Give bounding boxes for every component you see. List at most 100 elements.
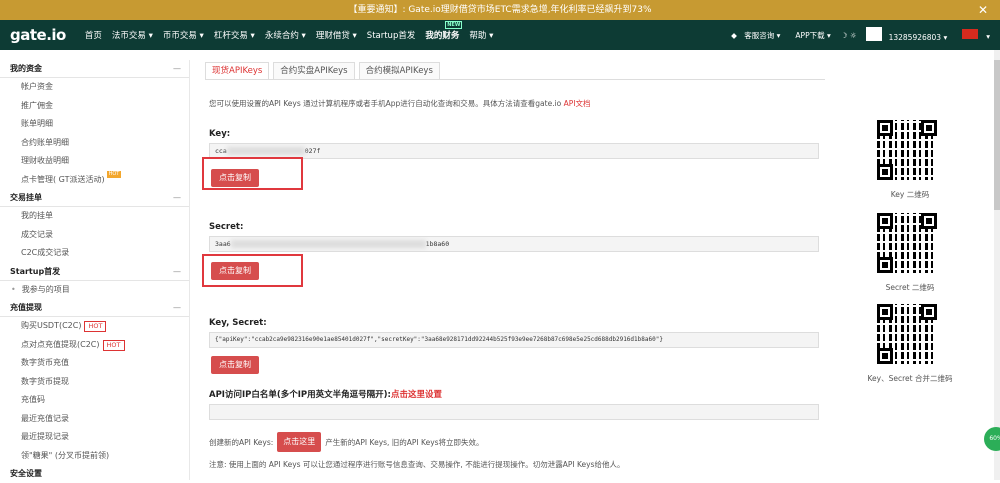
intro-body: 您可以使用设置的API Keys 通过计算机程序或者手机App进行自动化查询和交…	[209, 99, 564, 108]
sidebar-item-buy-usdt[interactable]: 购买USDT(C2C) HOT	[0, 317, 189, 336]
whitelist-link[interactable]: 点击这里设置	[391, 390, 442, 400]
nav-fiat[interactable]: 法币交易 ▾	[107, 29, 158, 41]
sidebar-section-deposit[interactable]: 充值提现 —	[0, 299, 189, 317]
nav-finance[interactable]: 我的财务 NEW	[420, 21, 464, 41]
floating-widget[interactable]: 60%	[984, 427, 1000, 451]
create-key-button[interactable]: 点击这里	[277, 432, 322, 452]
section-title: 我的资金	[10, 64, 42, 73]
api-docs-link[interactable]: API文档	[564, 99, 591, 108]
whitelist-field[interactable]	[209, 404, 819, 420]
key-value-start: cca	[215, 147, 227, 155]
highlight-box	[202, 254, 303, 287]
api-tabs: 现货APIKeys 合约实盘APIKeys 合约模拟APIKeys	[205, 62, 825, 80]
sidebar-section-security[interactable]: 安全设置	[0, 465, 189, 483]
secret-value-start: 3aa6	[215, 240, 231, 248]
combo-field[interactable]: {"apiKey":"ccab2ca9e982316e90e1ae85401d0…	[209, 332, 819, 348]
nav-home[interactable]: 首页	[80, 29, 107, 41]
sidebar-item-points[interactable]: 点卡管理( GT派送活动)HOT	[0, 170, 189, 190]
app-download-link[interactable]: APP下载 ▾	[790, 30, 835, 41]
combo-label: Key, Secret:	[209, 318, 267, 328]
qr-column: Key 二维码 Secret 二维码 Key、Secret 合并二维码	[860, 117, 960, 392]
sidebar-item-my-orders[interactable]: 我的挂单	[0, 207, 189, 226]
sidebar-item-commission[interactable]: 推广佣金	[0, 97, 189, 116]
sidebar-section-funds[interactable]: 我的资金 —	[0, 60, 189, 78]
sidebar-section-orders[interactable]: 交易挂单 —	[0, 189, 189, 207]
key-qr-caption: Key 二维码	[890, 190, 930, 199]
language-menu[interactable]: ▾	[957, 29, 1000, 41]
sidebar-item-p2p[interactable]: 点对点充值提现(C2C) HOT	[0, 336, 189, 355]
account-qr-icon	[865, 27, 882, 41]
service-label: 客服咨询 ▾	[744, 30, 781, 40]
nav-margin[interactable]: 杠杆交易 ▾	[209, 29, 260, 41]
logo[interactable]: gate.io	[10, 26, 66, 44]
collapse-icon[interactable]: —	[173, 263, 181, 281]
copy-combo-button[interactable]: 点击复制	[211, 356, 259, 374]
combo-qr-caption: Key、Secret 合并二维码	[867, 374, 953, 383]
whitelist-text: API访问IP白名单(多个IP用英文半角逗号隔开):	[209, 390, 391, 400]
collapse-icon[interactable]: —	[173, 299, 181, 317]
highlight-box	[202, 157, 303, 190]
china-flag-icon	[962, 29, 979, 39]
notice-bar: 【重要通知】: Gate.io理财借贷市场ETC需求急增,年化利率已经飙升到73…	[0, 0, 1000, 20]
combo-qr-code	[874, 301, 940, 367]
sidebar-item-bill[interactable]: 账单明细	[0, 115, 189, 134]
tab-spot-api[interactable]: 现货APIKeys	[205, 62, 270, 79]
scrollbar-thumb[interactable]	[994, 60, 1000, 210]
sidebar: 我的资金 — 帐户资金 推广佣金 账单明细 合约账单明细 理财收益明细 点卡管理(…	[0, 60, 190, 480]
top-nav: gate.io 首页 法币交易 ▾ 币币交易 ▾ 杠杆交易 ▾ 永续合约 ▾ 理…	[0, 20, 1000, 50]
sidebar-item-recent-withdrawals[interactable]: 最近提现记录	[0, 428, 189, 447]
tab-futures-live-api[interactable]: 合约实盘APIKeys	[273, 62, 355, 79]
sidebar-item-c2c-trades[interactable]: C2C成交记录	[0, 244, 189, 263]
sidebar-item-contract-bill[interactable]: 合约账单明细	[0, 134, 189, 153]
nav-startup[interactable]: Startup首发	[362, 29, 421, 41]
create-text: 创建新的API Keys:	[209, 437, 274, 447]
hot-badge: HOT	[102, 339, 125, 351]
scrollbar[interactable]	[994, 50, 1000, 480]
note-text: 注意: 使用上面的 API Keys 可以让您通过程序进行账号信息查询、交易操作…	[209, 460, 625, 469]
notice-text[interactable]: 【重要通知】: Gate.io理财借贷市场ETC需求急增,年化利率已经飙升到73…	[348, 5, 651, 15]
sidebar-section-startup[interactable]: Startup首发 —	[0, 263, 189, 281]
hot-badge: HOT	[106, 170, 122, 178]
sidebar-item-candy[interactable]: 领"糖果" (分叉币提前领)	[0, 447, 189, 466]
whitelist-label: API访问IP白名单(多个IP用英文半角逗号隔开):点击这里设置	[209, 388, 825, 400]
sidebar-item-deposit-code[interactable]: 充值码	[0, 391, 189, 410]
sidebar-item-earnings[interactable]: 理财收益明细	[0, 152, 189, 171]
sidebar-item-account-funds[interactable]: 帐户资金	[0, 78, 189, 97]
sidebar-item-crypto-withdraw[interactable]: 数字货币提现	[0, 373, 189, 392]
language-chevron: ▾	[986, 32, 990, 41]
create-row: 创建新的API Keys: 点击这里 产生新的API Keys, 旧的API K…	[209, 432, 825, 452]
sidebar-item-crypto-deposit[interactable]: 数字货币充值	[0, 354, 189, 373]
key-qr-code	[874, 117, 940, 183]
tab-futures-sim-api[interactable]: 合约模拟APIKeys	[358, 62, 440, 79]
nav-spot[interactable]: 币币交易 ▾	[158, 29, 209, 41]
collapse-icon[interactable]: —	[173, 189, 181, 207]
secret-label: Secret:	[209, 222, 244, 232]
sidebar-item-recent-deposits[interactable]: 最近充值记录	[0, 410, 189, 429]
secret-value-end: 1b8a60	[425, 240, 450, 248]
sidebar-item-label: 点卡管理( GT派送活动)	[21, 174, 105, 184]
account-menu[interactable]: 13285926803 ▾	[862, 27, 958, 42]
hot-badge: HOT	[84, 321, 107, 332]
account-phone: 13285926803 ▾	[888, 33, 948, 42]
secret-qr-caption: Secret 二维码	[885, 283, 935, 292]
theme-toggle-icon[interactable]: ☽ ☼	[836, 31, 862, 40]
nav-right: ◆ 客服咨询 ▾ APP下载 ▾ ☽ ☼ 13285926803 ▾ ▾	[726, 20, 1000, 50]
secret-field[interactable]: 3aa6 1b8a60	[209, 236, 819, 252]
section-title: Startup首发	[10, 266, 61, 276]
nav-lending[interactable]: 理财借贷 ▾	[311, 29, 362, 41]
intro-text: 您可以使用设置的API Keys 通过计算机程序或者手机App进行自动化查询和交…	[209, 98, 825, 109]
key-value-end: 027f	[304, 147, 321, 155]
sidebar-item-trades[interactable]: 成交记录	[0, 226, 189, 245]
nav-help[interactable]: 帮助 ▾	[464, 29, 498, 41]
nav-futures[interactable]: 永续合约 ▾	[260, 29, 311, 41]
service-link[interactable]: ◆ 客服咨询 ▾	[726, 30, 790, 41]
bullet-icon: •	[11, 284, 16, 294]
close-icon[interactable]: ✕	[978, 0, 988, 20]
sidebar-item-label: 我参与的项目	[21, 284, 70, 294]
section-title: 充值提现	[10, 303, 42, 312]
key-redacted	[226, 147, 305, 155]
sidebar-item-label: 购买USDT(C2C)	[21, 321, 82, 330]
collapse-icon[interactable]: —	[173, 60, 181, 78]
secret-redacted	[230, 240, 426, 248]
sidebar-item-my-projects[interactable]: • 我参与的项目	[0, 281, 189, 300]
